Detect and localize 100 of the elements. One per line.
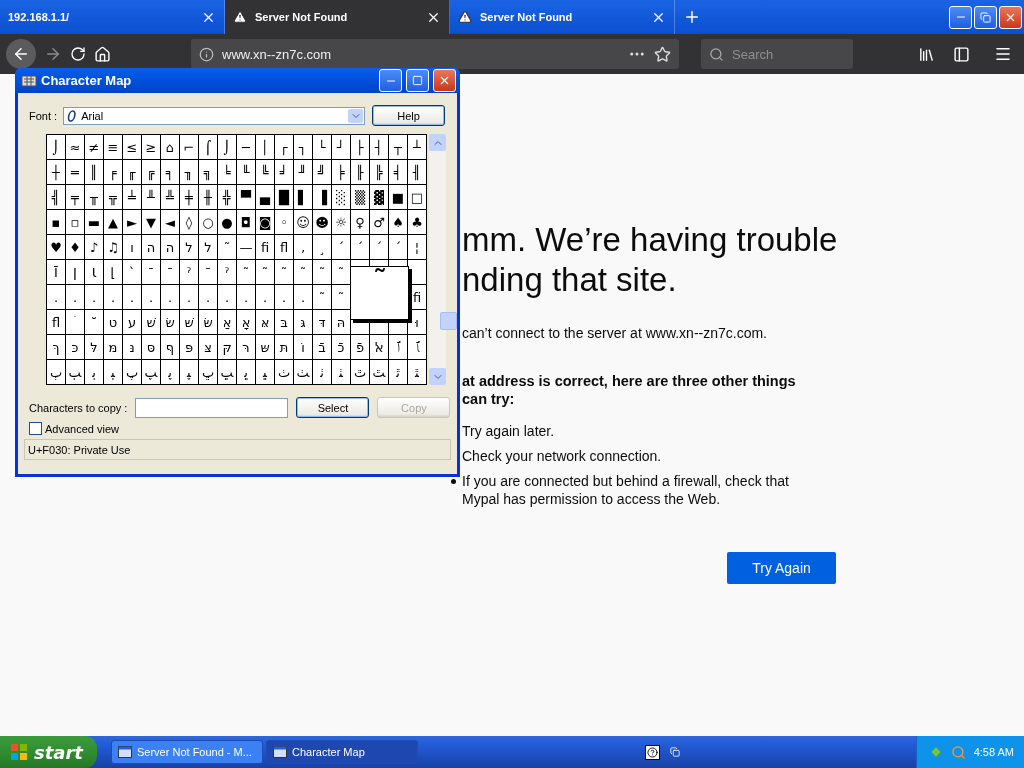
character-cell[interactable]: ◘ xyxy=(236,209,255,234)
character-cell[interactable]: ˜ xyxy=(331,284,350,309)
character-cell[interactable]: ╩ xyxy=(160,184,179,209)
character-cell[interactable]: ♥ xyxy=(46,234,65,259)
character-cell[interactable]: בּ xyxy=(274,309,293,334)
character-cell[interactable]: ﭕ xyxy=(103,359,122,384)
character-cell[interactable]: פּ xyxy=(179,334,198,359)
character-cell[interactable]: ╫ xyxy=(198,184,217,209)
close-button[interactable] xyxy=(999,5,1022,29)
character-cell[interactable]: פֿ xyxy=(350,334,369,359)
character-cell[interactable]: ˜ xyxy=(312,284,331,309)
character-cell[interactable]: ל xyxy=(179,234,198,259)
character-cell[interactable]: ├ xyxy=(350,134,369,159)
character-cell[interactable]: ו xyxy=(122,234,141,259)
character-cell[interactable]: . xyxy=(198,284,217,309)
character-cell[interactable]: ⌡ xyxy=(46,134,65,159)
character-cell[interactable]: . xyxy=(179,284,198,309)
minimize-button[interactable] xyxy=(379,69,402,92)
character-cell[interactable]: ▬ xyxy=(84,209,103,234)
character-cell[interactable]: אַ xyxy=(217,309,236,334)
character-cell[interactable]: . xyxy=(46,284,65,309)
character-cell[interactable]: ˜ xyxy=(312,259,331,284)
search-field[interactable]: Search xyxy=(701,39,853,69)
restore-icon[interactable] xyxy=(670,747,681,757)
character-cell[interactable]: ˉ xyxy=(198,259,217,284)
character-cell[interactable]: ▓ xyxy=(369,184,388,209)
search-input[interactable]: Search xyxy=(730,45,844,63)
character-cell[interactable]: ╚ xyxy=(255,159,274,184)
character-cell[interactable]: ╬ xyxy=(217,184,236,209)
character-cell[interactable]: שּ xyxy=(255,334,274,359)
character-cell[interactable]: ˘ xyxy=(84,309,103,334)
character-cell[interactable]: ﭙ xyxy=(179,359,198,384)
character-cell[interactable]: ﭓ xyxy=(65,359,84,384)
character-cell[interactable]: ﭥ xyxy=(407,359,426,384)
character-cell[interactable]: ≠ xyxy=(84,134,103,159)
character-cell[interactable]: ► xyxy=(122,209,141,234)
character-cell[interactable]: ﭘ xyxy=(160,359,179,384)
character-cell[interactable]: ⌐ xyxy=(179,134,198,159)
character-cell[interactable]: ▄ xyxy=(255,184,274,209)
character-cell[interactable]: ˜ xyxy=(255,259,274,284)
character-cell[interactable]: ע xyxy=(122,309,141,334)
character-cell[interactable]: ╗ xyxy=(198,159,217,184)
character-cell[interactable]: │ xyxy=(255,134,274,159)
character-cell[interactable]: ◙ xyxy=(255,209,274,234)
start-button[interactable]: start xyxy=(0,736,97,768)
help-button[interactable]: Help xyxy=(372,105,446,126)
home-icon[interactable] xyxy=(94,45,111,63)
character-cell[interactable]: ˉ xyxy=(141,259,160,284)
character-cell[interactable]: ﭖ xyxy=(122,359,141,384)
restore-button[interactable] xyxy=(974,5,997,29)
character-cell[interactable]: אּ xyxy=(255,309,274,334)
character-cell[interactable]: ☺ xyxy=(293,209,312,234)
character-cell[interactable]: ≡ xyxy=(103,134,122,159)
character-cell[interactable]: ╥ xyxy=(84,184,103,209)
character-cell[interactable]: ░ xyxy=(331,184,350,209)
character-cell[interactable]: ╛ xyxy=(274,159,293,184)
character-cell[interactable]: שּׁ xyxy=(179,309,198,334)
character-cell[interactable]: צּ xyxy=(198,334,217,359)
character-cell[interactable]: כֿ xyxy=(331,334,350,359)
character-cell[interactable]: ╖ xyxy=(179,159,198,184)
character-cell[interactable]: ⌊ xyxy=(103,259,122,284)
character-cell[interactable]: . xyxy=(274,284,293,309)
character-cell[interactable]: ╪ xyxy=(179,184,198,209)
character-cell[interactable]: ׄ xyxy=(65,309,84,334)
character-cell[interactable]: ﭏ xyxy=(369,334,388,359)
character-cell[interactable]: ┼ xyxy=(46,159,65,184)
library-icon[interactable] xyxy=(918,45,935,63)
character-cell[interactable]: ﭜ xyxy=(236,359,255,384)
character-cell[interactable]: ● xyxy=(217,209,236,234)
character-cell[interactable]: גּ xyxy=(293,309,312,334)
character-cell[interactable]: ♂ xyxy=(369,209,388,234)
character-cell[interactable]: ≈ xyxy=(65,134,84,159)
character-cell[interactable]: ﬁ xyxy=(255,234,274,259)
character-cell[interactable]: ה xyxy=(160,234,179,259)
character-cell[interactable]: ╓ xyxy=(122,159,141,184)
menu-icon[interactable] xyxy=(994,45,1012,63)
character-cell[interactable]: ╠ xyxy=(369,159,388,184)
character-cell[interactable]: דּ xyxy=(312,309,331,334)
browser-tab[interactable]: Server Not Found xyxy=(225,0,450,34)
character-cell[interactable]: ╢ xyxy=(407,159,426,184)
character-cell[interactable]: נּ xyxy=(122,334,141,359)
character-cell[interactable]: ╝ xyxy=(312,159,331,184)
character-cell[interactable]: . xyxy=(236,284,255,309)
character-cell[interactable]: ═ xyxy=(65,159,84,184)
character-cell[interactable]: שׂ xyxy=(160,309,179,334)
character-cell[interactable]: אָ xyxy=(236,309,255,334)
character-cell[interactable]: ┬ xyxy=(388,134,407,159)
character-cell[interactable]: ה xyxy=(141,234,160,259)
character-cell[interactable]: ♪ xyxy=(84,234,103,259)
character-cell[interactable]: ﭑ xyxy=(407,334,426,359)
back-button[interactable] xyxy=(6,39,36,69)
character-cell[interactable]: . xyxy=(160,284,179,309)
character-cell[interactable]: ˊ xyxy=(350,234,369,259)
character-cell[interactable]: ─ xyxy=(236,134,255,159)
character-cell[interactable]: ╘ xyxy=(217,159,236,184)
character-cell[interactable]: ט xyxy=(103,309,122,334)
character-cell[interactable]: . xyxy=(103,284,122,309)
address-field[interactable]: www.xn--zn7c.com xyxy=(191,39,679,69)
character-cell[interactable]: ˊ xyxy=(369,234,388,259)
character-cell[interactable]: ﭝ xyxy=(255,359,274,384)
